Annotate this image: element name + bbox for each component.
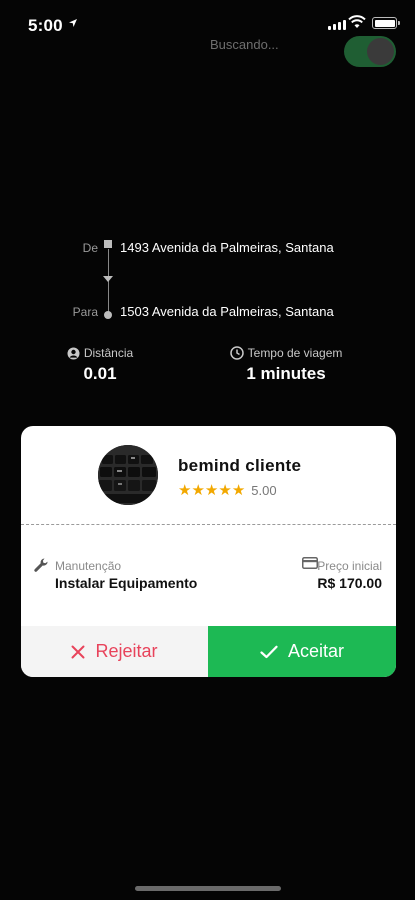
star-icon: ★ [218,482,232,499]
star-icon: ★ [178,482,192,499]
user-circle-icon [67,347,80,359]
to-address: 1503 Avenida da Palmeiras, Santana [120,304,334,319]
battery-icon [372,17,400,29]
travel-time-stat: Tempo de viagem 1 minutes [208,346,364,384]
location-arrow-icon [69,19,77,27]
distance-label: Distância [83,346,134,360]
client-rating: ★ ★ ★ ★ ★ 5.00 [178,483,277,498]
travel-time-value: 1 minutes [246,364,326,383]
client-name: bemind cliente [178,456,302,475]
searching-label: Buscando... [210,37,279,52]
status-time: 5:00 [28,16,63,35]
star-icon: ★ [231,482,246,499]
destination-dot-icon [104,311,112,319]
accept-button[interactable]: Aceitar [208,626,396,677]
travel-time-label: Tempo de viagem [247,346,343,360]
distance-stat: Distância 0.01 [50,346,150,384]
origin-square-icon [104,240,112,248]
service-type-value: Instalar Equipamento [55,575,198,591]
close-icon [71,645,85,658]
reject-button[interactable]: Rejeitar [21,626,208,677]
credit-card-icon [302,557,318,569]
rating-value: 5.00 [251,483,277,498]
availability-toggle[interactable] [344,36,396,67]
from-address: 1493 Avenida da Palmeiras, Santana [120,240,334,255]
dashed-divider [21,524,396,525]
initial-price-value: R$ 170.00 [317,575,382,591]
from-label: De [82,241,98,255]
star-icon: ★ [204,482,219,499]
toggle-knob [367,38,394,65]
service-type-label: Manutenção [55,559,122,573]
wrench-icon [34,558,48,572]
to-label: Para [72,305,98,319]
client-avatar [98,445,158,505]
ride-request-card: bemind cliente ★ ★ ★ ★ ★ 5.00 Manutenção… [21,426,396,677]
wifi-icon [348,15,366,28]
star-icon: ★ [191,482,205,499]
route-arrow-icon [103,276,113,282]
accept-label: Aceitar [287,641,345,661]
reject-label: Rejeitar [95,641,158,661]
clock-icon [229,346,244,360]
cellular-signal-icon [328,20,346,30]
home-indicator[interactable] [135,886,281,891]
checkmark-icon [260,645,278,658]
initial-price-label: Preço inicial [317,559,382,573]
distance-value: 0.01 [83,364,117,383]
